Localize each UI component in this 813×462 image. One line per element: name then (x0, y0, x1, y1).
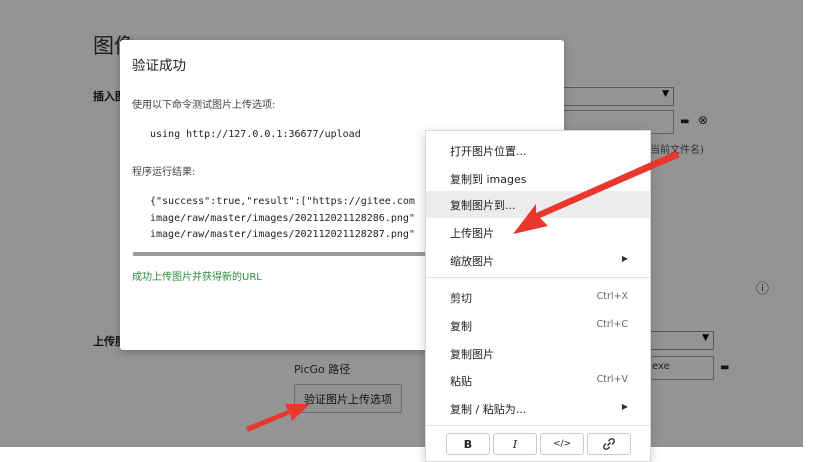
annotation-arrows (246, 151, 680, 432)
red-arrow-upload-image (513, 151, 680, 234)
red-arrow-verify-button (246, 404, 310, 432)
